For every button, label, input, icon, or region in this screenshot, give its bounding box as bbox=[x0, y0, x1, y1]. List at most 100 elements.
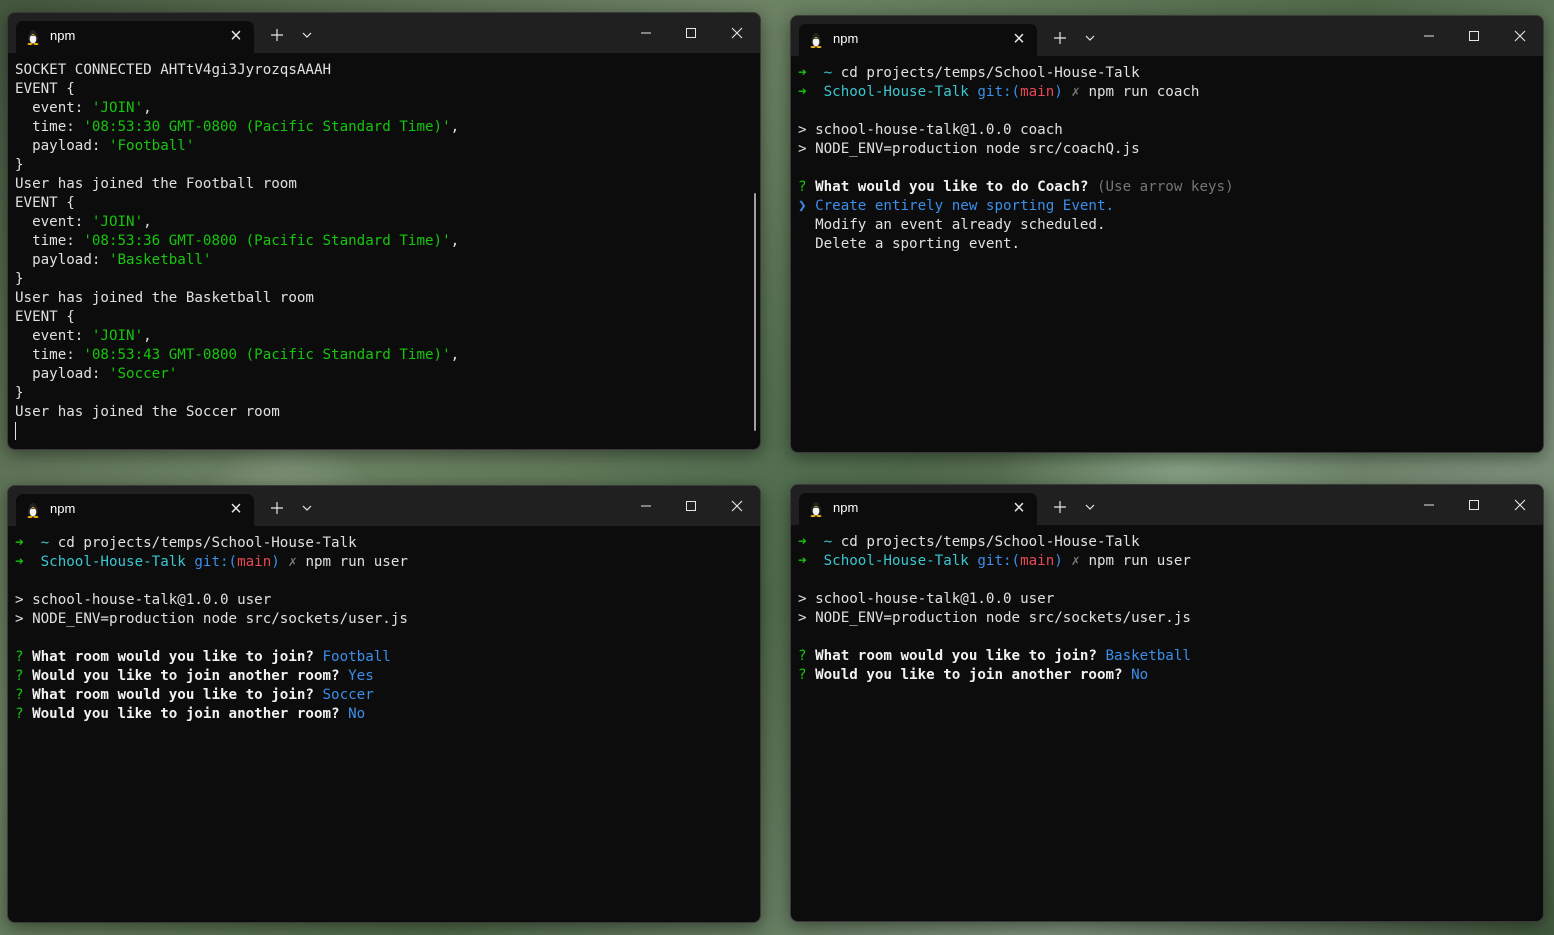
terminal-text: ) bbox=[1054, 553, 1063, 569]
terminal-line: ➜ ~ cd projects/temps/School-House-Talk bbox=[15, 534, 750, 553]
terminal-text: Would you like to join another room? bbox=[32, 668, 340, 684]
terminal-output[interactable]: ➜ ~ cd projects/temps/School-House-Talk ➜… bbox=[798, 64, 1533, 452]
tab-npm[interactable]: npm × bbox=[16, 494, 254, 526]
linux-penguin-icon bbox=[810, 502, 822, 517]
title-bar[interactable]: npm × bbox=[8, 486, 760, 526]
minimize-icon[interactable] bbox=[633, 23, 659, 43]
tab-close-icon[interactable]: × bbox=[226, 499, 246, 519]
linux-penguin-icon bbox=[810, 33, 822, 48]
minimize-icon[interactable] bbox=[633, 496, 659, 516]
terminal-text: User has joined the Football room bbox=[15, 176, 297, 192]
terminal-line: ➜ ~ cd projects/temps/School-House-Talk bbox=[798, 64, 1533, 83]
close-icon[interactable] bbox=[1507, 26, 1533, 46]
terminal-text: > school-house-talk@1.0.0 coach bbox=[798, 122, 1063, 138]
tab-npm[interactable]: npm × bbox=[16, 21, 254, 53]
terminal-text: npm run user bbox=[1088, 553, 1191, 569]
terminal-text: cd projects/temps/School-House-Talk bbox=[840, 534, 1140, 550]
terminal-text: School-House-Talk bbox=[823, 84, 978, 100]
terminal-line: ? What would you like to do Coach? (Use … bbox=[798, 178, 1533, 197]
terminal-output[interactable]: SOCKET CONNECTED AHTtV4gi3JyrozqsAAAH EVE… bbox=[15, 61, 750, 449]
terminal-line: ➜ School-House-Talk git:(main) ✗ npm run… bbox=[15, 553, 750, 572]
terminal-text: 'JOIN' bbox=[91, 214, 144, 230]
scrollbar[interactable] bbox=[754, 193, 756, 431]
chevron-down-icon[interactable] bbox=[297, 25, 317, 45]
terminal-text: , bbox=[143, 100, 152, 116]
terminal-window-user-1[interactable]: npm × ➜ ~ cd projects/temps/School-House… bbox=[7, 485, 761, 923]
terminal-text: 'Football' bbox=[108, 138, 195, 154]
terminal-line: ➜ School-House-Talk git:(main) ✗ npm run… bbox=[798, 552, 1533, 571]
terminal-line: payload: 'Football' bbox=[15, 137, 750, 156]
terminal-text: ➜ bbox=[798, 553, 824, 569]
title-bar[interactable]: npm × bbox=[8, 13, 760, 53]
terminal-text: payload: bbox=[15, 138, 109, 154]
terminal-text: What room would you like to join? bbox=[815, 648, 1097, 664]
terminal-text: ➜ bbox=[798, 84, 824, 100]
terminal-text: } bbox=[15, 157, 24, 173]
terminal-text: main bbox=[1020, 553, 1055, 569]
new-tab-plus-icon[interactable] bbox=[267, 25, 287, 45]
terminal-text: } bbox=[15, 385, 24, 401]
title-bar[interactable]: npm × bbox=[791, 16, 1543, 56]
terminal-text: Football bbox=[313, 649, 391, 665]
text-cursor bbox=[15, 422, 16, 440]
maximize-icon[interactable] bbox=[678, 496, 704, 516]
maximize-icon[interactable] bbox=[1461, 495, 1487, 515]
terminal-text: Would you like to join another room? bbox=[32, 706, 340, 722]
terminal-line: ? What room would you like to join? Socc… bbox=[15, 686, 750, 705]
terminal-line: SOCKET CONNECTED AHTtV4gi3JyrozqsAAAH bbox=[15, 61, 750, 80]
terminal-text: git:( bbox=[977, 84, 1021, 100]
tab-close-icon[interactable]: × bbox=[1009, 498, 1029, 518]
maximize-icon[interactable] bbox=[1461, 26, 1487, 46]
terminal-text: '08:53:30 GMT-0800 (Pacific Standard Tim… bbox=[83, 119, 451, 135]
terminal-line: > NODE_ENV=production node src/coachQ.js bbox=[798, 140, 1533, 159]
terminal-text: SOCKET CONNECTED AHTtV4gi3JyrozqsAAAH bbox=[15, 62, 332, 78]
terminal-line: Modify an event already scheduled. bbox=[798, 216, 1533, 235]
minimize-icon[interactable] bbox=[1416, 495, 1442, 515]
terminal-window-server[interactable]: npm × SOCKET CONNECTED AHTtV4gi3JyrozqsA… bbox=[7, 12, 761, 450]
terminal-line: time: '08:53:36 GMT-0800 (Pacific Standa… bbox=[15, 232, 750, 251]
terminal-text: 'Soccer' bbox=[108, 366, 178, 382]
close-icon[interactable] bbox=[724, 496, 750, 516]
terminal-text: > NODE_ENV=production node src/coachQ.js bbox=[798, 141, 1140, 157]
chevron-down-icon[interactable] bbox=[297, 498, 317, 518]
title-bar[interactable]: npm × bbox=[791, 485, 1543, 525]
terminal-line: > school-house-talk@1.0.0 user bbox=[798, 590, 1533, 609]
tab-title: npm bbox=[833, 500, 859, 515]
new-tab-plus-icon[interactable] bbox=[267, 498, 287, 518]
new-tab-plus-icon[interactable] bbox=[1050, 497, 1070, 517]
close-icon[interactable] bbox=[724, 23, 750, 43]
terminal-text: , bbox=[450, 119, 460, 135]
tab-title: npm bbox=[50, 501, 76, 516]
terminal-text: main bbox=[237, 554, 272, 570]
terminal-output[interactable]: ➜ ~ cd projects/temps/School-House-Talk ➜… bbox=[15, 534, 750, 922]
terminal-text: , bbox=[450, 233, 460, 249]
terminal-text: Yes bbox=[339, 668, 374, 684]
terminal-text: time: bbox=[15, 233, 84, 249]
terminal-text: event: bbox=[15, 214, 92, 230]
terminal-window-user-2[interactable]: npm × ➜ ~ cd projects/temps/School-House… bbox=[790, 484, 1544, 922]
terminal-line: ? What room would you like to join? Foot… bbox=[15, 648, 750, 667]
terminal-line: ❯ Create entirely new sporting Event. bbox=[798, 197, 1533, 216]
tab-close-icon[interactable]: × bbox=[226, 26, 246, 46]
tab-npm[interactable]: npm × bbox=[799, 24, 1037, 56]
terminal-text: ➜ bbox=[15, 554, 41, 570]
minimize-icon[interactable] bbox=[1416, 26, 1442, 46]
tab-npm[interactable]: npm × bbox=[799, 493, 1037, 525]
terminal-text: > school-house-talk@1.0.0 user bbox=[15, 592, 272, 608]
terminal-window-coach[interactable]: npm × ➜ ~ cd projects/temps/School-House… bbox=[790, 15, 1544, 453]
terminal-line: ➜ ~ cd projects/temps/School-House-Talk bbox=[798, 533, 1533, 552]
chevron-down-icon[interactable] bbox=[1080, 497, 1100, 517]
chevron-down-icon[interactable] bbox=[1080, 28, 1100, 48]
terminal-output[interactable]: ➜ ~ cd projects/temps/School-House-Talk ➜… bbox=[798, 533, 1533, 921]
new-tab-plus-icon[interactable] bbox=[1050, 28, 1070, 48]
terminal-line: > NODE_ENV=production node src/sockets/u… bbox=[15, 610, 750, 629]
tab-close-icon[interactable]: × bbox=[1009, 29, 1029, 49]
maximize-icon[interactable] bbox=[678, 23, 704, 43]
terminal-line: event: 'JOIN', bbox=[15, 327, 750, 346]
terminal-text: payload: bbox=[15, 252, 109, 268]
close-icon[interactable] bbox=[1507, 495, 1533, 515]
terminal-line: } bbox=[15, 384, 750, 403]
terminal-line: event: 'JOIN', bbox=[15, 99, 750, 118]
